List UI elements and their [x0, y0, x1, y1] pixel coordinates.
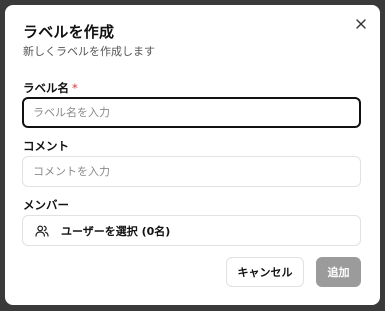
label-name-label-text: ラベル名 — [23, 81, 69, 95]
close-icon — [356, 19, 366, 29]
dialog-subtitle: 新しくラベルを作成します — [23, 45, 155, 58]
comment-label: コメント — [23, 139, 69, 153]
cancel-button[interactable]: キャンセル — [226, 257, 304, 287]
add-button[interactable]: 追加 — [316, 257, 361, 287]
dialog-title: ラベルを作成 — [23, 23, 115, 41]
close-button[interactable] — [352, 15, 370, 33]
label-name-label: ラベル名 * — [23, 80, 78, 96]
member-select-button[interactable]: ユーザーを選択 (0名) — [22, 215, 361, 246]
members-label: メンバー — [23, 198, 69, 212]
comment-input[interactable] — [22, 156, 361, 187]
member-select-label: ユーザーを選択 (0名) — [61, 224, 171, 238]
label-name-input[interactable] — [22, 97, 361, 128]
users-icon — [35, 224, 49, 238]
required-mark: * — [72, 81, 78, 95]
create-label-dialog: ラベルを作成 新しくラベルを作成します ラベル名* コメント メンバー ユーザー… — [5, 5, 380, 305]
